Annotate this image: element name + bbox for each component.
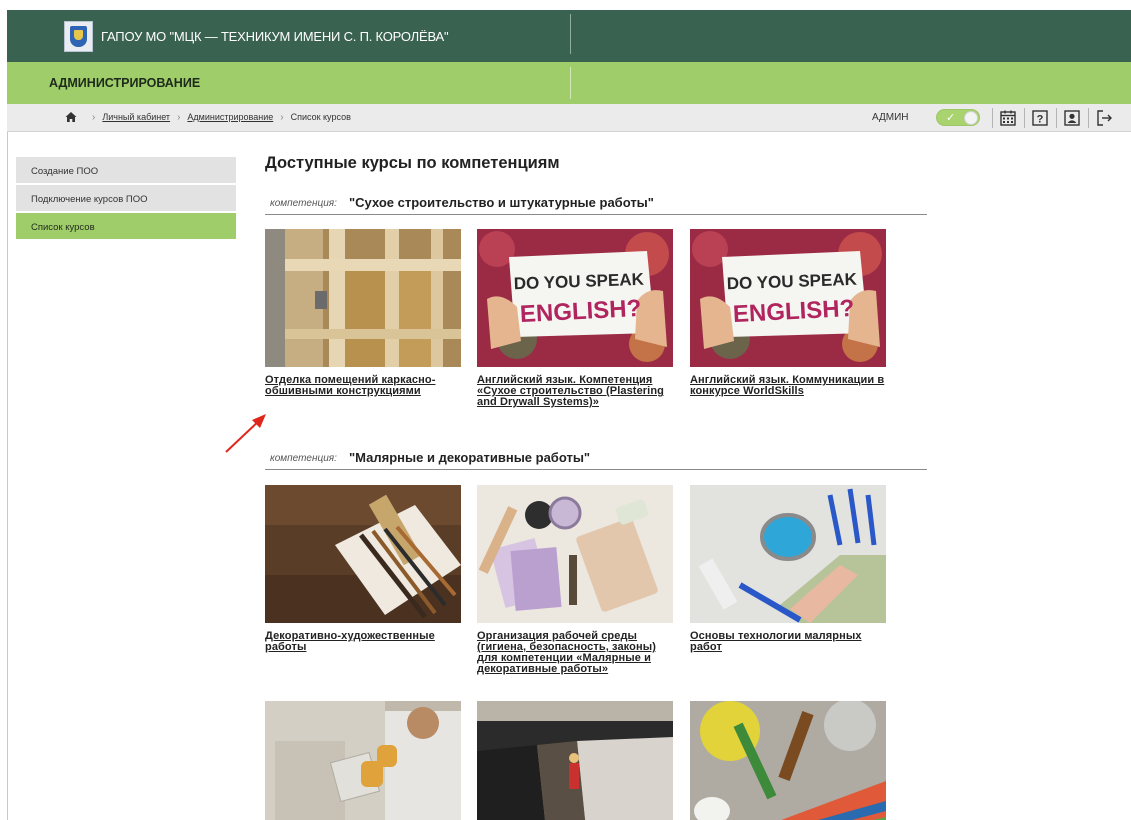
do-you-speak-english-sign-photo[interactable]: DO YOU SPEAK ENGLISH? bbox=[690, 229, 886, 367]
course-title[interactable]: Организация рабочей среды (гигиена, безо… bbox=[477, 631, 673, 675]
course-title[interactable]: Отделка помещений каркасно-обшивными кон… bbox=[265, 375, 461, 397]
header-divider bbox=[570, 14, 571, 54]
tile-plastering-worker-photo[interactable] bbox=[265, 701, 461, 820]
competency-name: "Сухое строительство и штукатурные работ… bbox=[349, 195, 654, 210]
sidebar: Создание ПОО Подключение курсов ПОО Спис… bbox=[16, 157, 236, 241]
course-title[interactable]: Английский язык. Компетенция «Сухое стро… bbox=[477, 375, 673, 408]
do-you-speak-english-sign-photo[interactable]: DO YOU SPEAK ENGLISH? bbox=[477, 229, 673, 367]
paint-tools-and-palette-photo[interactable] bbox=[690, 701, 886, 820]
check-icon: ✓ bbox=[946, 112, 956, 124]
profile-icon[interactable] bbox=[1062, 108, 1082, 128]
competency-prefix: компетенция: bbox=[270, 198, 337, 209]
course-card[interactable]: Организация рабочей среды (гигиена, безо… bbox=[477, 485, 673, 675]
course-card[interactable] bbox=[690, 701, 886, 820]
help-icon[interactable]: ? bbox=[1030, 108, 1050, 128]
paint-tray-and-swatches-photo[interactable] bbox=[477, 485, 673, 623]
course-title[interactable]: Английский язык. Коммуникации в конкурсе… bbox=[690, 375, 886, 397]
calendar-icon[interactable] bbox=[998, 108, 1018, 128]
course-title[interactable]: Основы технологии малярных работ bbox=[690, 631, 886, 653]
toggle-knob bbox=[964, 111, 978, 125]
paint-cans-and-roller-photo[interactable] bbox=[690, 485, 886, 623]
toolbar-divider bbox=[992, 108, 993, 128]
competency-name: "Малярные и декоративные работы" bbox=[349, 450, 591, 465]
breadcrumb: › Личный кабинет › Администрирование › Список… bbox=[85, 112, 351, 123]
wooden-frame-construction-photo[interactable] bbox=[265, 229, 461, 367]
course-card[interactable]: Основы технологии малярных работ bbox=[690, 485, 886, 653]
section-divider bbox=[570, 67, 571, 99]
course-card[interactable]: DO YOU SPEAK ENGLISH? Английский язык. К… bbox=[477, 229, 673, 408]
section-title: АДМИНИСТРИРОВАНИЕ bbox=[49, 76, 201, 90]
sidebar-item-create-poo[interactable]: Создание ПОО bbox=[16, 157, 236, 183]
competency-header: компетенция: "Малярные и декоративные ра… bbox=[265, 446, 927, 470]
foundation-waterproofing-photo[interactable] bbox=[477, 701, 673, 820]
home-icon[interactable] bbox=[65, 111, 77, 123]
chevron-right-icon: › bbox=[177, 112, 181, 123]
competency-prefix: компетенция: bbox=[270, 453, 337, 464]
course-card[interactable] bbox=[477, 701, 673, 820]
paint-brushes-on-wood-photo[interactable] bbox=[265, 485, 461, 623]
breadcrumb-bar: › Личный кабинет › Администрирование › Список… bbox=[7, 104, 1131, 132]
chevron-right-icon: › bbox=[280, 112, 284, 123]
course-card[interactable]: Отделка помещений каркасно-обшивными кон… bbox=[265, 229, 461, 397]
organization-title[interactable]: ГАПОУ МО "МЦК — ТЕХНИКУМ ИМЕНИ С. П. КОР… bbox=[101, 29, 449, 44]
breadcrumb-link-administration[interactable]: Администрирование bbox=[187, 112, 273, 122]
top-header-bar: ГАПОУ МО "МЦК — ТЕХНИКУМ ИМЕНИ С. П. КОР… bbox=[7, 10, 1131, 62]
annotation-arrow-icon bbox=[225, 414, 266, 453]
page-title: Доступные курсы по компетенциям bbox=[265, 154, 560, 172]
help-glyph: ? bbox=[1037, 114, 1044, 126]
toolbar-divider bbox=[1024, 108, 1025, 128]
sidebar-item-connect-courses[interactable]: Подключение курсов ПОО bbox=[16, 185, 236, 211]
breadcrumb-current: Список курсов bbox=[290, 112, 351, 122]
chevron-right-icon: › bbox=[92, 112, 96, 123]
course-card[interactable]: Декоративно-художественные работы bbox=[265, 485, 461, 653]
competency-header: компетенция: "Сухое строительство и штук… bbox=[265, 191, 927, 215]
course-card[interactable]: DO YOU SPEAK ENGLISH? Английский язык. К… bbox=[690, 229, 886, 397]
toolbar-divider bbox=[1088, 108, 1089, 128]
logout-icon[interactable] bbox=[1094, 108, 1114, 128]
college-emblem-icon[interactable] bbox=[64, 21, 93, 52]
breadcrumb-link-cabinet[interactable]: Личный кабинет bbox=[102, 112, 170, 122]
admin-label: АДМИН bbox=[872, 112, 909, 123]
toolbar-divider bbox=[1056, 108, 1057, 128]
sidebar-item-course-list[interactable]: Список курсов bbox=[16, 213, 236, 239]
admin-toggle[interactable]: ✓ bbox=[936, 109, 980, 126]
course-card[interactable] bbox=[265, 701, 461, 820]
section-header-bar: АДМИНИСТРИРОВАНИЕ bbox=[7, 62, 1131, 104]
course-title[interactable]: Декоративно-художественные работы bbox=[265, 631, 461, 653]
